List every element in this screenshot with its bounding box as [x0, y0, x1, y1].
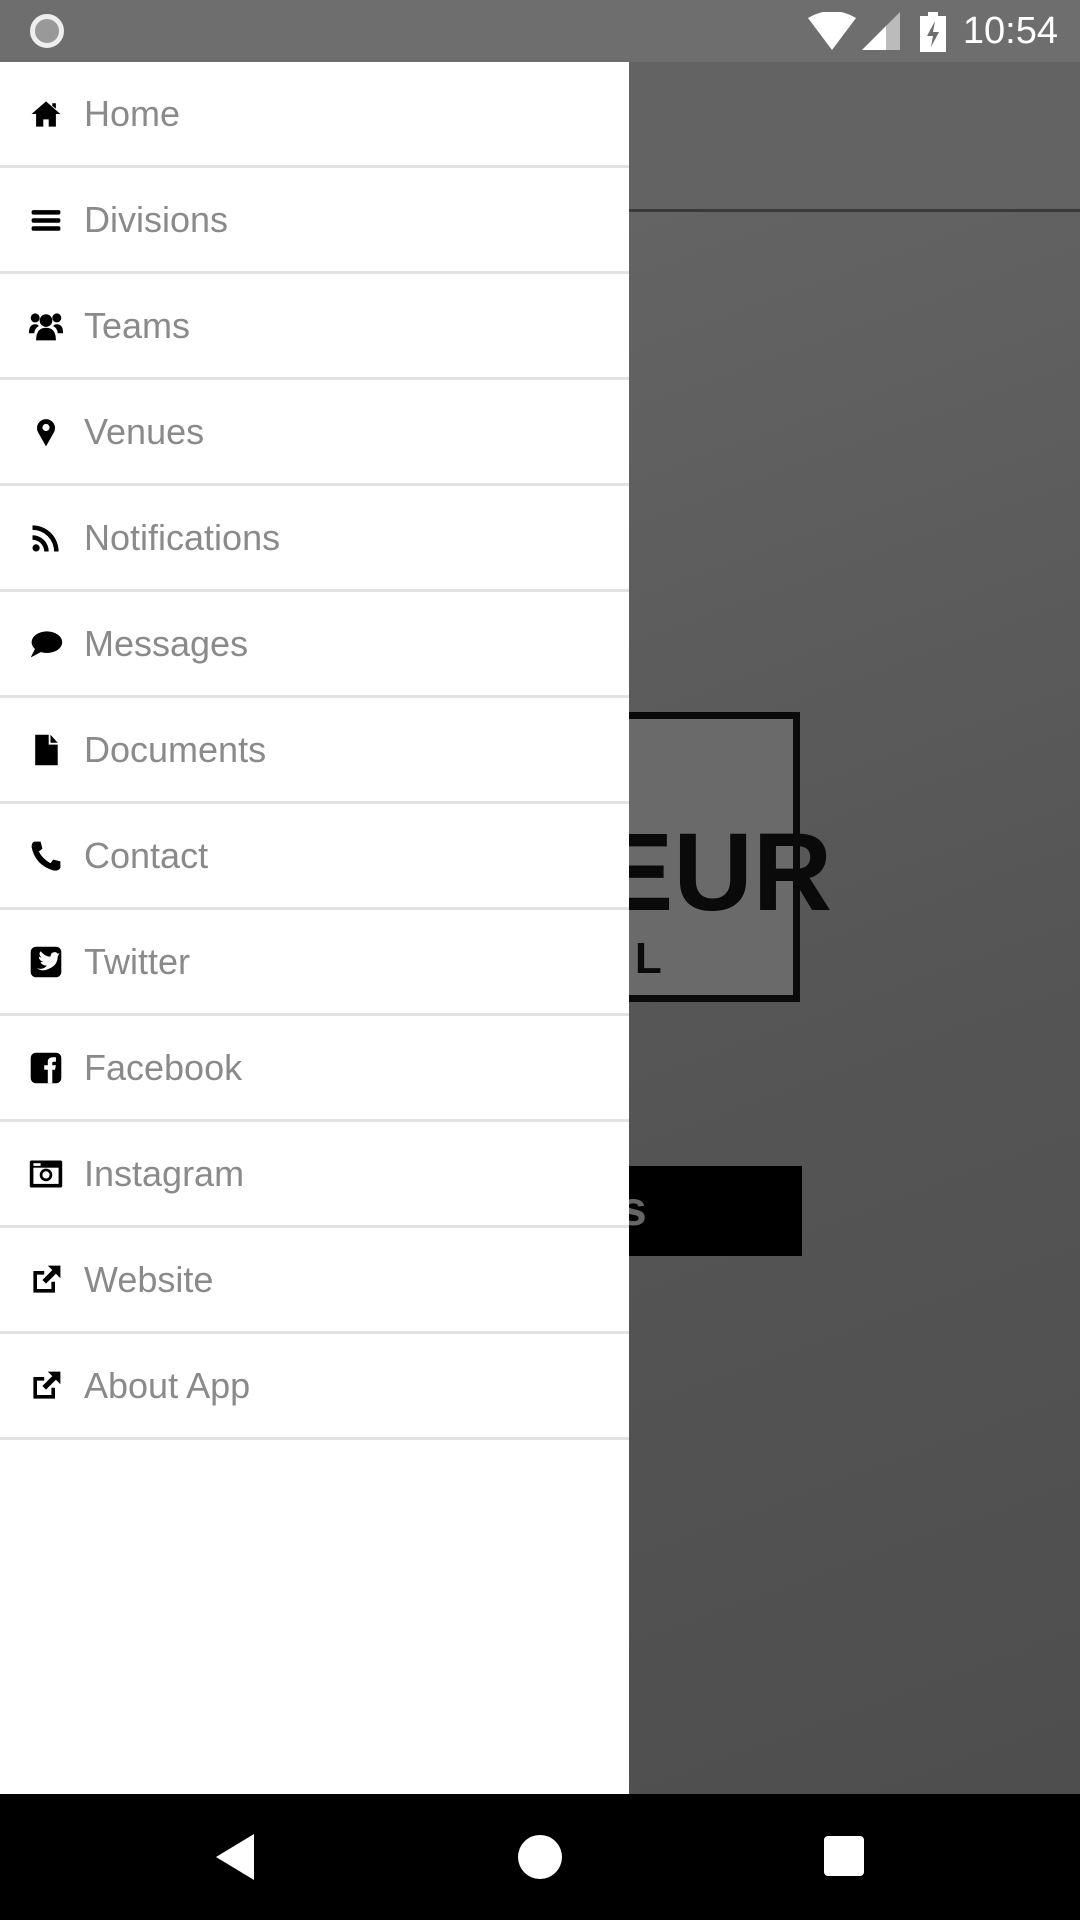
file-icon [26, 730, 66, 770]
drawer-item-label: Messages [84, 622, 249, 664]
drawer-item-facebook[interactable]: Facebook [0, 1016, 629, 1122]
drawer-item-contact[interactable]: Contact [0, 804, 629, 910]
drawer-item-messages[interactable]: Messages [0, 592, 629, 698]
facebook-icon [26, 1048, 66, 1088]
back-button[interactable] [216, 1834, 254, 1880]
phone-icon [26, 836, 66, 876]
drawer-item-label: About App [84, 1364, 251, 1406]
drawer-item-website[interactable]: Website [0, 1228, 629, 1334]
app-notification-icon [30, 14, 64, 48]
drawer-item-venues[interactable]: Venues [0, 380, 629, 486]
drawer-item-about-app[interactable]: About App [0, 1334, 629, 1440]
map-marker-icon [26, 412, 66, 452]
drawer-item-home[interactable]: Home [0, 62, 629, 168]
drawer-item-label: Documents [84, 728, 267, 770]
drawer-item-label: Venues [84, 410, 205, 452]
signal-icon [862, 12, 900, 50]
instagram-icon [26, 1154, 66, 1194]
status-bar: 10:54 [0, 0, 1080, 62]
rss-icon [26, 518, 66, 558]
drawer-item-label: Home [84, 92, 181, 134]
drawer-item-label: Teams [84, 304, 191, 346]
drawer-item-teams[interactable]: Teams [0, 274, 629, 380]
drawer-item-label: Notifications [84, 516, 281, 558]
wifi-icon [808, 12, 856, 50]
twitter-icon [26, 942, 66, 982]
external-link-icon [26, 1366, 66, 1406]
drawer-item-label: Instagram [84, 1152, 245, 1194]
battery-charging-icon [920, 12, 946, 52]
comment-icon [26, 624, 66, 664]
drawer-item-documents[interactable]: Documents [0, 698, 629, 804]
clock: 10:54 [962, 10, 1058, 52]
drawer-item-label: Contact [84, 834, 209, 876]
drawer-item-label: Divisions [84, 198, 229, 240]
system-nav-bar [0, 1794, 1080, 1920]
home-button[interactable] [518, 1835, 562, 1879]
users-icon [26, 306, 66, 346]
recents-button[interactable] [824, 1836, 864, 1876]
drawer-item-notifications[interactable]: Notifications [0, 486, 629, 592]
home-icon [26, 94, 66, 134]
drawer-item-label: Twitter [84, 940, 191, 982]
drawer-item-label: Facebook [84, 1046, 243, 1088]
external-link-icon [26, 1260, 66, 1300]
drawer-item-label: Website [84, 1258, 214, 1300]
bars-icon [26, 200, 66, 240]
drawer-item-instagram[interactable]: Instagram [0, 1122, 629, 1228]
drawer-item-divisions[interactable]: Divisions [0, 168, 629, 274]
navigation-drawer: Home Divisions Teams Venues Notifications Mes… [0, 62, 629, 1794]
drawer-item-twitter[interactable]: Twitter [0, 910, 629, 1016]
